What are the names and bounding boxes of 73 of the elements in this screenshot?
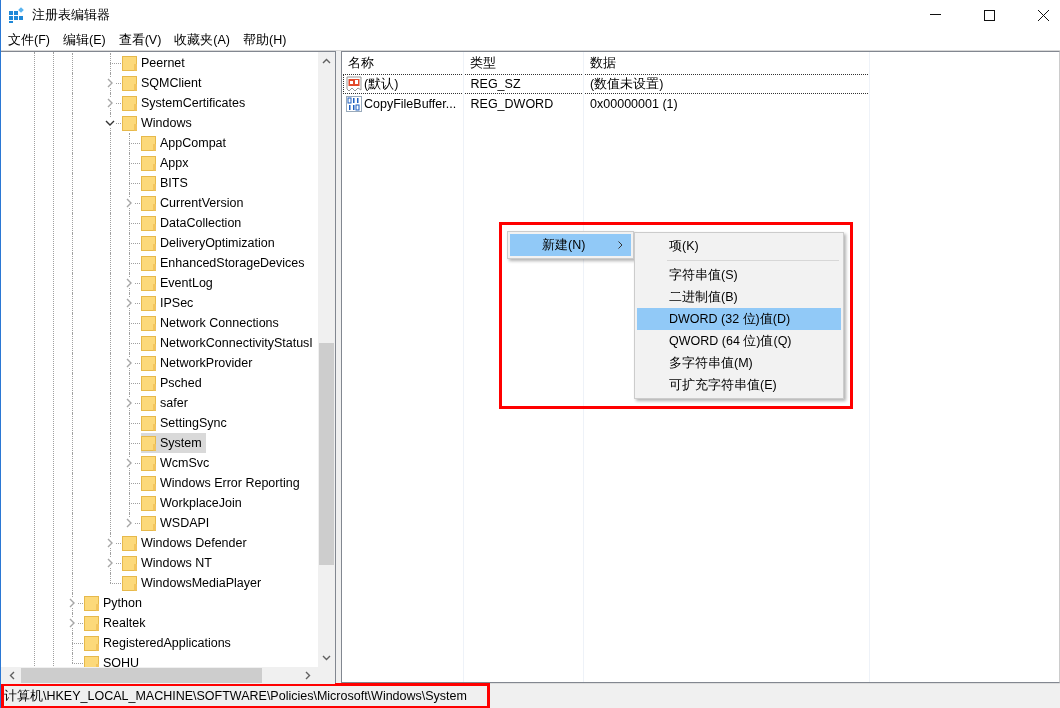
folder-icon xyxy=(141,215,157,231)
folder-icon xyxy=(122,555,138,571)
menu-item[interactable]: 收藏夹(A) xyxy=(174,31,230,49)
menu-item[interactable]: 项(K) xyxy=(637,235,841,257)
minimize-icon[interactable] xyxy=(930,14,941,16)
tree-item[interactable]: System xyxy=(141,433,206,453)
scroll-down-icon[interactable] xyxy=(322,655,331,661)
vertical-scrollbar[interactable] xyxy=(318,52,335,667)
menu-item[interactable]: 文件(F) xyxy=(8,31,50,49)
value-type: REG_DWORD xyxy=(469,97,555,111)
menu-item[interactable]: QWORD (64 位)值(Q) xyxy=(637,330,841,352)
folder-icon xyxy=(141,475,157,491)
horizontal-scrollbar[interactable] xyxy=(1,667,335,684)
folder-icon xyxy=(141,275,157,291)
value-name: CopyFileBuffer... xyxy=(364,97,457,111)
folder-icon xyxy=(84,635,100,651)
menu-item[interactable]: 查看(V) xyxy=(118,31,162,49)
registry-path: 计算机\HKEY_LOCAL_MACHINE\SOFTWARE\Policies\Microsoft\Windows\System xyxy=(4,687,467,705)
value-row[interactable]: (默认) REG_SZ (数值未设置) xyxy=(343,74,870,94)
folder-icon xyxy=(122,95,138,111)
folder-icon xyxy=(122,535,138,551)
folder-icon xyxy=(122,115,138,131)
scroll-left-icon[interactable] xyxy=(9,671,15,680)
binary-value-icon xyxy=(346,96,362,112)
folder-icon xyxy=(141,335,157,351)
value-name: (默认) xyxy=(364,75,399,93)
window-title: 注册表编辑器 xyxy=(32,6,110,24)
column-header[interactable]: 名称 xyxy=(342,54,463,72)
folder-icon xyxy=(141,315,157,331)
menu-item[interactable]: 帮助(H) xyxy=(243,31,287,49)
folder-icon xyxy=(141,375,157,391)
menu-item[interactable]: DWORD (32 位)值(D) xyxy=(637,308,841,330)
close-icon[interactable] xyxy=(1038,9,1049,21)
folder-icon xyxy=(84,655,100,668)
folder-icon xyxy=(122,575,138,591)
menu-item[interactable]: 字符串值(S) xyxy=(637,264,841,286)
folder-icon xyxy=(141,235,157,251)
scroll-thumb[interactable] xyxy=(319,343,334,565)
value-row[interactable]: CopyFileBuffer... REG_DWORD 0x00000001 (1) xyxy=(343,94,870,114)
folder-icon xyxy=(141,195,157,211)
folder-icon xyxy=(141,175,157,191)
registry-app-icon xyxy=(9,7,25,23)
folder-icon xyxy=(84,615,100,631)
folder-icon xyxy=(141,155,157,171)
folder-icon xyxy=(141,515,157,531)
value-type: REG_SZ xyxy=(469,77,522,91)
folder-icon xyxy=(141,495,157,511)
folder-icon xyxy=(141,355,157,371)
scroll-right-icon[interactable] xyxy=(305,671,311,680)
folder-icon xyxy=(141,295,157,311)
value-data: (数值未设置) xyxy=(589,75,665,93)
folder-icon xyxy=(141,135,157,151)
folder-icon xyxy=(84,595,100,611)
menu-item[interactable]: 二进制值(B) xyxy=(637,286,841,308)
folder-icon xyxy=(141,255,157,271)
string-value-icon xyxy=(346,76,362,92)
folder-icon xyxy=(122,75,138,91)
menu-item[interactable]: 可扩充字符串值(E) xyxy=(637,374,841,396)
folder-icon xyxy=(141,455,157,471)
value-data: 0x00000001 (1) xyxy=(589,97,679,111)
expand-arrow-icon[interactable] xyxy=(105,118,115,128)
maximize-icon[interactable] xyxy=(984,9,995,21)
column-header[interactable]: 数据 xyxy=(583,54,869,72)
scroll-thumb[interactable] xyxy=(21,668,262,683)
menu-item[interactable]: 多字符串值(M) xyxy=(637,352,841,374)
folder-icon xyxy=(141,415,157,431)
folder-icon xyxy=(141,435,157,451)
menu-item[interactable]: 新建(N) xyxy=(510,234,631,256)
folder-icon xyxy=(122,55,138,71)
folder-icon xyxy=(141,395,157,411)
column-header[interactable]: 类型 xyxy=(463,54,583,72)
menu-item[interactable]: 编辑(E) xyxy=(62,31,106,49)
scroll-up-icon[interactable] xyxy=(322,58,331,64)
